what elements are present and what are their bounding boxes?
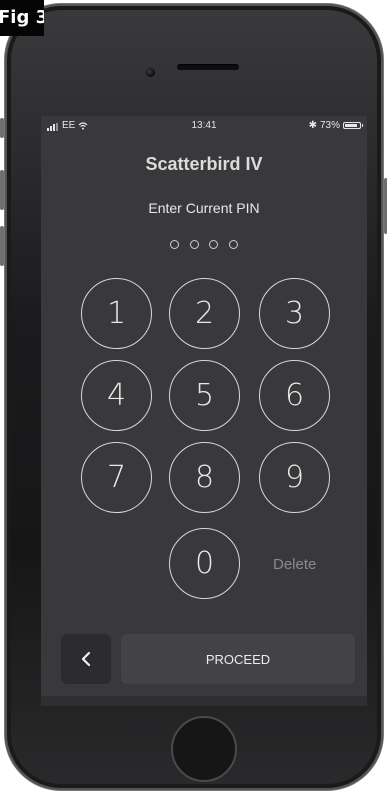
earpiece-speaker [177,64,239,70]
volume-up-button [0,170,4,210]
key-3[interactable]: 3 [259,278,330,349]
chevron-left-icon [81,651,91,667]
key-5[interactable]: 5 [169,360,240,431]
key-9[interactable]: 9 [259,442,330,513]
phone-frame: EE 13:41 ✱ 73% Scatterbird IV Enter Curr… [5,4,383,790]
phone-screen: EE 13:41 ✱ 73% Scatterbird IV Enter Curr… [41,116,367,706]
proceed-button[interactable]: PROCEED [121,634,355,684]
key-8[interactable]: 8 [169,442,240,513]
pin-dot [209,240,219,249]
key-6[interactable]: 6 [259,360,330,431]
pin-indicator [41,236,367,254]
pin-dot [228,240,238,249]
action-bar: PROCEED [41,626,367,706]
key-1[interactable]: 1 [81,278,152,349]
volume-down-button [0,226,4,266]
pin-dot [170,240,180,249]
pin-dot [189,240,199,249]
delete-button[interactable]: Delete [273,556,316,573]
key-4[interactable]: 4 [81,360,152,431]
status-bar: EE 13:41 ✱ 73% [41,116,367,136]
battery-percentage: 73% [319,120,340,131]
front-camera [146,68,155,77]
figure-label: Fig 3 [0,0,44,36]
back-button[interactable] [61,634,111,684]
key-7[interactable]: 7 [81,442,152,513]
key-0[interactable]: 0 [169,528,240,599]
home-button[interactable] [171,716,237,782]
pin-prompt: Enter Current PIN [148,200,260,216]
mute-switch [0,118,4,138]
key-2[interactable]: 2 [169,278,240,349]
screen-bottom-edge [41,696,367,706]
app-title: Scatterbird IV [145,154,263,174]
battery-icon [343,122,363,129]
bluetooth-icon: ✱ [308,120,317,131]
